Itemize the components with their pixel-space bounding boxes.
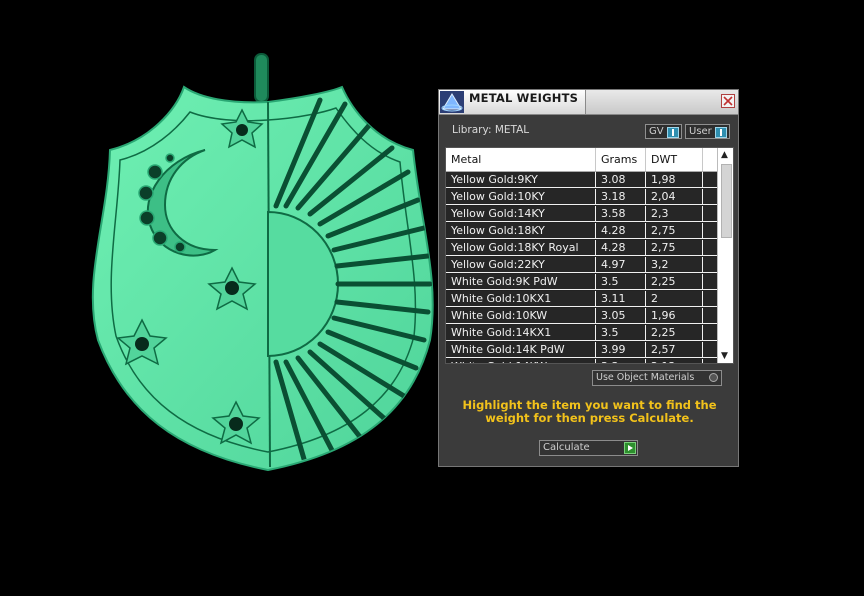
dwt-cell: 2,25 [646,274,703,290]
metal-cell: Yellow Gold:14KY [446,206,596,222]
calculate-button[interactable]: Calculate [539,440,638,456]
play-arrow-icon [624,442,636,454]
library-label: Library: METAL [452,124,530,136]
row-padding-cell [703,291,718,307]
grams-cell: 4.97 [596,257,646,273]
grams-cell: 3.5 [596,274,646,290]
shield-body [91,85,434,472]
gv-toggle-label: GV [649,126,664,137]
column-header-grams[interactable]: Grams [596,148,646,171]
metal-cell: White Gold:10KX1 [446,291,596,307]
grams-cell: 3.05 [596,308,646,324]
row-padding-cell [703,325,718,341]
metal-cell: Yellow Gold:18KY [446,223,596,239]
table-row[interactable]: White Gold:10KW 3.05 1,96 [446,308,718,325]
grams-cell: 3.99 [596,342,646,358]
metal-cell: White Gold:14K PdW [446,342,596,358]
row-padding-cell [703,189,718,205]
table-row[interactable]: White Gold:9K PdW 3.5 2,25 [446,274,718,291]
metal-weights-panel: METAL WEIGHTS Library: METAL GV User Met… [438,89,739,467]
dwt-cell: 2,75 [646,240,703,256]
dwt-cell: 2,04 [646,189,703,205]
metal-cell: White Gold:9K PdW [446,274,596,290]
dwt-cell: 2,3 [646,206,703,222]
metal-cell: Yellow Gold:18KY Royal [446,240,596,256]
use-object-materials-option[interactable]: Use Object Materials [592,370,722,386]
dwt-cell: 2,57 [646,342,703,358]
scroll-thumb[interactable] [721,164,732,238]
row-padding-cell [703,342,718,358]
panel-title-tab: METAL WEIGHTS [439,90,586,114]
column-header-metal[interactable]: Metal [446,148,596,171]
grams-cell: 3.11 [596,291,646,307]
dwt-cell: 2,25 [646,325,703,341]
calculate-label: Calculate [543,442,590,453]
scroll-down-icon[interactable]: ▼ [721,351,728,361]
table-row[interactable]: White Gold:14KW3.32,12 [446,359,718,363]
dwt-cell: 1,98 [646,172,703,188]
table-header: Metal Grams DWT [446,148,718,172]
metal-cell: White Gold:14KW [446,359,596,363]
table-scrollbar[interactable]: ▲ ▼ [717,148,733,363]
table-body: Yellow Gold:9KY 3.08 1,98 Yellow Gold:10KY 3… [446,172,718,363]
dwt-cell: 1,96 [646,308,703,324]
row-padding-cell [703,257,718,273]
grams-cell: 3.58 [596,206,646,222]
table-row[interactable]: Yellow Gold:9KY 3.08 1,98 [446,172,718,189]
table-row[interactable]: Yellow Gold:18KY Royal 4.28 2,75 [446,240,718,257]
dwt-cell: 3,2 [646,257,703,273]
grams-cell: 4.28 [596,223,646,239]
table-row[interactable]: Yellow Gold:18KY 4.28 2,75 [446,223,718,240]
metal-cell: Yellow Gold:10KY [446,189,596,205]
grams-cell: 3.08 [596,172,646,188]
row-padding-cell [703,274,718,290]
metal-cell: White Gold:14KX1 [446,325,596,341]
table-row[interactable]: White Gold:14K PdW 3.99 2,57 [446,342,718,359]
instruction-text: Highlight the item you want to find the … [462,398,717,425]
pyramid-app-icon [440,91,464,113]
gv-toggle[interactable]: GV [645,124,682,139]
pendant-bail [254,53,269,103]
user-toggle-label: User [689,126,712,137]
close-button[interactable] [721,94,735,108]
grams-cell: 4.28 [596,240,646,256]
row-padding-cell [703,172,718,188]
toggle-knob-icon [667,127,679,138]
radio-dot-icon [709,373,718,382]
row-padding-cell [703,206,718,222]
grams-cell: 3.3 [596,359,646,363]
metal-table[interactable]: Metal Grams DWT Yellow Gold:9KY 3.08 1,98 Y… [445,147,734,364]
panel-titlebar[interactable]: METAL WEIGHTS [439,90,738,115]
dwt-cell: 2,12 [646,359,703,363]
dwt-cell: 2,75 [646,223,703,239]
scroll-up-icon[interactable]: ▲ [721,150,728,160]
column-header-dwt[interactable]: DWT [646,148,703,171]
grams-cell: 3.18 [596,189,646,205]
user-toggle[interactable]: User [685,124,730,139]
dwt-cell: 2 [646,291,703,307]
row-padding-cell [703,308,718,324]
row-padding-cell [703,223,718,239]
grams-cell: 3.5 [596,325,646,341]
panel-title: METAL WEIGHTS [469,91,579,105]
close-icon [723,96,733,106]
table-row[interactable]: Yellow Gold:22KY 4.97 3,2 [446,257,718,274]
row-padding-cell [703,359,718,363]
table-row[interactable]: White Gold:10KX1 3.11 2 [446,291,718,308]
metal-cell: White Gold:10KW [446,308,596,324]
table-row[interactable]: Yellow Gold:10KY 3.18 2,04 [446,189,718,206]
toggle-knob-icon [715,127,727,138]
row-padding-cell [703,240,718,256]
metal-cell: Yellow Gold:22KY [446,257,596,273]
metal-cell: Yellow Gold:9KY [446,172,596,188]
table-row[interactable]: White Gold:14KX1 3.5 2,25 [446,325,718,342]
use-object-materials-label: Use Object Materials [596,372,695,383]
table-row[interactable]: Yellow Gold:14KY 3.58 2,3 [446,206,718,223]
